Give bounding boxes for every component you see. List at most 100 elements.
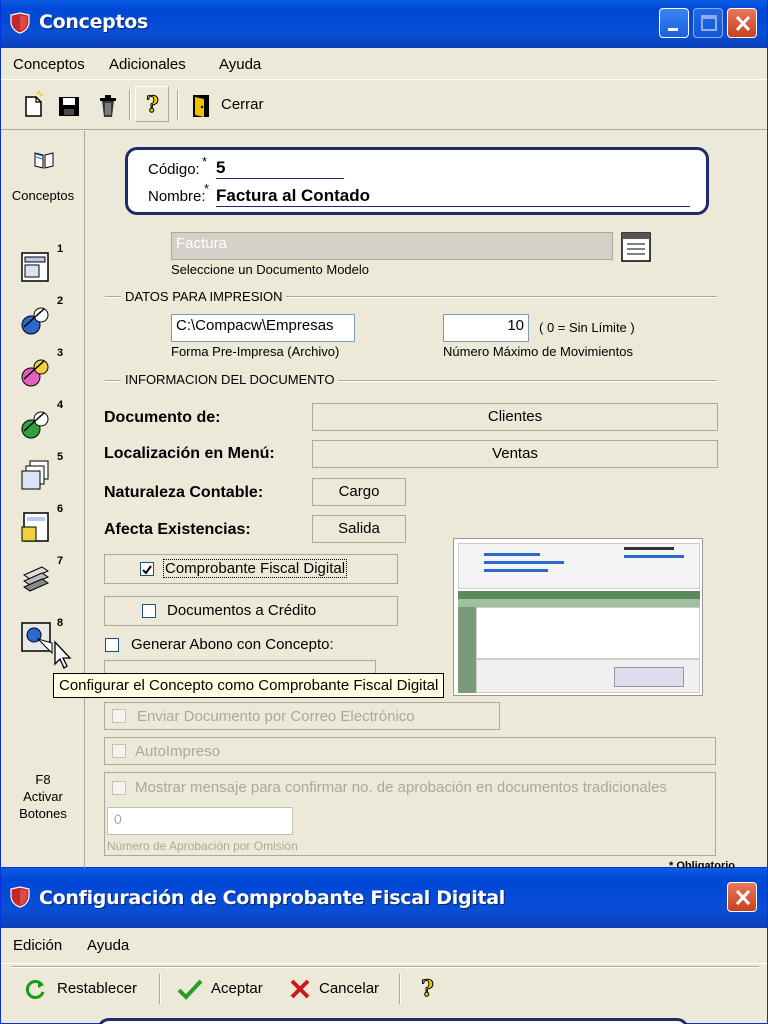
documento-de-value[interactable]: Clientes (312, 403, 718, 431)
nav-button-2-icon[interactable] (18, 301, 54, 337)
autoimpreso-checkbox[interactable] (112, 744, 126, 758)
max-movimientos-input[interactable]: 10 (443, 314, 529, 342)
nav-header-label: Conceptos (11, 188, 75, 203)
afecta-existencias-value[interactable]: Salida (312, 515, 406, 543)
naturaleza-value[interactable]: Cargo (312, 478, 406, 506)
checkmark-icon (142, 565, 152, 575)
info-documento-title: INFORMACION DEL DOCUMENTO (121, 372, 339, 387)
credito-checkbox[interactable] (142, 604, 156, 618)
delete-trash-icon[interactable] (97, 88, 119, 122)
aprobacion-caption: Número de Aprobación por Omisión (107, 839, 298, 853)
document-model-picker-icon[interactable] (619, 230, 653, 264)
header-card (97, 1018, 689, 1024)
abono-checkbox[interactable] (105, 638, 119, 652)
nav-number: 2 (57, 295, 64, 307)
restablecer-label: Restablecer (57, 980, 138, 997)
close-button[interactable] (727, 8, 757, 38)
max-movimientos-hint: ( 0 = Sin Límite ) (539, 320, 635, 335)
required-mark: * (202, 154, 208, 169)
credito-label: Documentos a Crédito (167, 602, 317, 619)
menu-bar: Conceptos Adicionales Ayuda (1, 48, 767, 80)
nav-number: 5 (57, 451, 64, 463)
autoimpreso-toggle[interactable]: AutoImpreso (104, 737, 716, 765)
left-nav-panel: Conceptos 1 2 3 4 5 6 7 8 F8 Activar Bot… (1, 131, 85, 868)
document-model-field: Factura (171, 232, 613, 260)
nav-footer-f8: F8 (35, 772, 51, 787)
cfd-label: Comprobante Fiscal Digital (163, 559, 348, 578)
cfd-checkbox[interactable] (140, 562, 154, 576)
menu-adicionales[interactable]: Adicionales (109, 56, 186, 73)
nombre-input[interactable]: Factura al Contado (216, 186, 690, 207)
minimize-button[interactable] (659, 8, 689, 38)
nav-number: 6 (57, 503, 64, 515)
nav-button-6-icon[interactable] (18, 509, 54, 545)
nav-button-3-icon[interactable] (18, 353, 54, 389)
cfd-preview-image (453, 538, 703, 696)
help-button[interactable]: ? (135, 86, 169, 122)
cancel-x-icon (290, 979, 310, 999)
forma-preimpresa-caption: Forma Pre-Impresa (Archivo) (171, 344, 340, 359)
close-icon (735, 15, 751, 32)
enviar-correo-toggle[interactable]: Enviar Documento por Correo Electrónico (104, 702, 500, 730)
codigo-label: Código: (148, 161, 200, 178)
cancelar-label: Cancelar (319, 980, 380, 997)
nav-button-4-icon[interactable] (18, 405, 54, 441)
naturaleza-label: Naturaleza Contable: (104, 484, 264, 501)
svg-text:?: ? (146, 92, 159, 118)
nav-button-5-icon[interactable] (18, 457, 54, 493)
menu-conceptos[interactable]: Conceptos (13, 56, 85, 73)
header-card: Código: * 5 Nombre: * Factura al Contado (125, 147, 709, 215)
localizacion-value[interactable]: Ventas (312, 440, 718, 468)
nav-number: 3 (57, 347, 64, 359)
title-bar[interactable]: Conceptos (1, 0, 767, 48)
nav-button-8-icon[interactable] (18, 619, 54, 655)
title-bar[interactable]: Configuración de Comprobante Fiscal Digi… (1, 868, 767, 928)
maximize-button[interactable] (693, 8, 723, 38)
required-mark: * (204, 181, 210, 196)
document-model-caption: Seleccione un Documento Modelo (171, 262, 370, 277)
save-icon[interactable] (57, 88, 81, 122)
shield-app-icon (10, 12, 30, 34)
nav-number: 4 (57, 399, 64, 411)
abono-label: Generar Abono con Concepto: (131, 636, 334, 653)
menu-edicion[interactable]: Edición (13, 937, 62, 954)
datos-impresion-title: DATOS PARA IMPRESION (121, 289, 287, 304)
new-document-icon[interactable] (23, 88, 45, 122)
close-tool-label: Cerrar (221, 96, 264, 113)
afecta-existencias-label: Afecta Existencias: (104, 521, 251, 538)
close-button[interactable] (727, 882, 757, 912)
svg-text:?: ? (421, 976, 434, 1002)
nav-button-1-icon[interactable] (18, 249, 54, 285)
mouse-cursor-icon (54, 640, 72, 669)
toolbar: Restablecer Aceptar Cancelar ? (1, 968, 768, 1008)
cfd-toggle[interactable]: Comprobante Fiscal Digital (104, 554, 398, 584)
aceptar-label: Aceptar (211, 980, 263, 997)
menu-ayuda[interactable]: Ayuda (87, 937, 129, 954)
nav-number: 1 (57, 243, 64, 255)
enviar-correo-label: Enviar Documento por Correo Electrónico (137, 708, 415, 725)
mostrar-mensaje-checkbox[interactable] (112, 781, 126, 795)
toolbar-separator (177, 90, 179, 120)
window-title: Conceptos (39, 11, 149, 33)
forma-preimpresa-input[interactable]: C:\Compacw\Empresas (171, 314, 355, 342)
window-title: Configuración de Comprobante Fiscal Digi… (39, 887, 505, 909)
help-question-icon[interactable]: ? (413, 972, 441, 1004)
aprobacion-input[interactable]: 0 (107, 807, 293, 835)
toolbar-separator (129, 90, 131, 120)
toolbar-separator (159, 974, 161, 1004)
cfd-config-window: Configuración de Comprobante Fiscal Digi… (0, 868, 768, 1024)
conceptos-window: Conceptos Conceptos Adicionales Ayuda ? … (0, 0, 768, 872)
checkmark-icon (177, 979, 203, 1000)
shield-app-icon (10, 886, 30, 908)
credito-toggle[interactable]: Documentos a Crédito (104, 596, 398, 626)
nav-button-7-icon[interactable] (18, 561, 54, 597)
exit-door-icon (193, 95, 209, 117)
menu-ayuda[interactable]: Ayuda (219, 56, 261, 73)
enviar-correo-checkbox[interactable] (112, 709, 126, 723)
nombre-label: Nombre: (148, 188, 206, 205)
documento-de-label: Documento de: (104, 409, 221, 426)
codigo-input[interactable]: 5 (216, 158, 344, 179)
menu-bar: Edición Ayuda (1, 928, 767, 964)
toolbar: ? Cerrar (1, 80, 767, 130)
minimize-icon (668, 28, 678, 31)
